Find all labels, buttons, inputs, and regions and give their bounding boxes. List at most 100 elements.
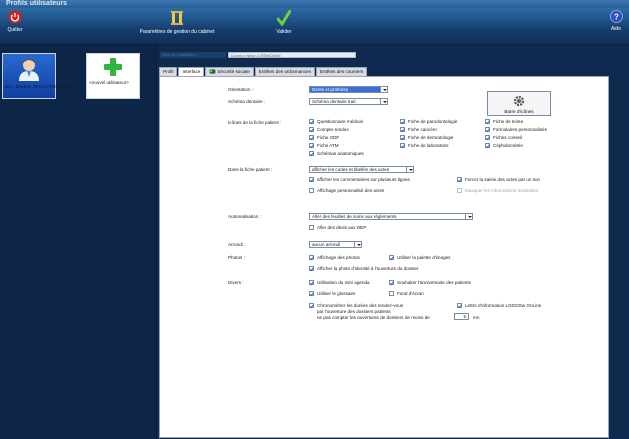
chk-schemas[interactable]: Schémas anatomiques bbox=[309, 151, 364, 158]
validate-label: Valider bbox=[276, 29, 292, 35]
chk-label: Fiche cancéro bbox=[408, 127, 437, 132]
tab-securite-sociale[interactable]: Sécurité sociale bbox=[205, 67, 254, 76]
chk-affichage-photos[interactable]: Affichage des photos bbox=[309, 255, 360, 262]
chk-compte-rendus[interactable]: Compte-rendus bbox=[309, 127, 349, 134]
new-user-card[interactable]: <nouvel utilisateur> bbox=[86, 53, 140, 99]
checkbox-checked bbox=[309, 291, 314, 296]
user-name-field[interactable]: Docteur Ninon CREMONINI bbox=[228, 52, 356, 58]
chk-laboratoire[interactable]: Fiche de laboratoire bbox=[400, 143, 449, 150]
schema-label: Schéma dentaire : bbox=[228, 99, 266, 104]
chk-photo-identite[interactable]: Afficher la photo d'identité à l'ouvertu… bbox=[309, 266, 419, 273]
chk-label: Fiche ODF bbox=[317, 135, 340, 140]
chk-saisie-son[interactable]: Forcer la saisie des actes par un son bbox=[457, 177, 540, 184]
tab-bar: Profil Interface Sécurité sociale Entête… bbox=[159, 67, 368, 77]
chk-teinte[interactable]: Fiche de teinte bbox=[485, 119, 523, 126]
chk-label: Souhaiter l'anniversaire des patients bbox=[397, 280, 471, 285]
toolbar: Quitter Paramètres de gestion du cabinet… bbox=[0, 8, 629, 45]
chk-commentaires[interactable]: afficher les commentaires sur plusieurs … bbox=[309, 177, 410, 184]
schema-select[interactable]: Schéma dentaire trait bbox=[309, 98, 388, 105]
chk-cancero[interactable]: Fiche cancéro bbox=[400, 127, 437, 134]
doctor-avatar-icon bbox=[19, 59, 39, 81]
chk-glossaire[interactable]: Utiliser le glossaire bbox=[309, 291, 356, 298]
chk-formulaires[interactable]: Formulaires personnalisés bbox=[485, 127, 547, 134]
chk-label: Schémas anatomiques bbox=[317, 151, 364, 156]
checkbox-checked bbox=[309, 303, 314, 308]
checkbox-checked bbox=[485, 135, 490, 140]
orientation-value: Dents et prothèse bbox=[312, 87, 349, 92]
chk-affichage-actes[interactable]: Affichage personnalisé des actes bbox=[309, 188, 384, 195]
chk-parodontologie[interactable]: Fiche de parodontologie bbox=[400, 119, 457, 126]
chk-lettre-info[interactable]: Lettre d'information LOGOSw OnLine bbox=[457, 303, 541, 310]
fiche-value: afficher les codes et libellés des actes bbox=[312, 167, 390, 172]
chevron-down-icon bbox=[354, 242, 361, 247]
power-icon bbox=[8, 10, 22, 24]
chk-label: Fiche ATM bbox=[317, 143, 339, 148]
chk-cephalometrie[interactable]: Céphalométrie bbox=[485, 143, 523, 150]
arrondi-select[interactable]: aucun arrondi bbox=[309, 241, 362, 248]
minutes-field[interactable]: 5 bbox=[454, 313, 469, 320]
validate-button[interactable]: Valider bbox=[271, 10, 297, 35]
chk-label: Utiliser le glossaire bbox=[317, 291, 356, 296]
new-user-label: <nouvel utilisateur> bbox=[89, 80, 129, 85]
chk-palette-images[interactable]: Utiliser la palette d'images bbox=[389, 255, 450, 262]
orientation-select[interactable]: Dents et prothèse bbox=[309, 86, 388, 93]
checkbox-checked bbox=[309, 143, 314, 148]
checkbox-checked bbox=[309, 177, 314, 182]
checkbox-unchecked bbox=[309, 225, 314, 230]
icon-bar-button[interactable]: Barre d'icônes bbox=[487, 91, 551, 116]
window-title: Profils utilisateurs bbox=[0, 0, 629, 8]
quit-button[interactable]: Quitter bbox=[3, 10, 27, 33]
chk-label: Utiliser la palette d'images bbox=[397, 255, 451, 260]
sesam-card-icon bbox=[209, 69, 216, 74]
help-label: Aide bbox=[610, 26, 621, 32]
fiche-select[interactable]: afficher les codes et libellés des actes bbox=[309, 166, 414, 173]
chk-fiches-conseil[interactable]: Fiches conseil bbox=[485, 135, 522, 142]
chk-label: Fiche de dermatologie bbox=[408, 135, 454, 140]
chk-label: Lettre d'information LOGOSw OnLine bbox=[465, 303, 542, 308]
chk-label: Fiche de teinte bbox=[493, 119, 524, 124]
minutes-unit: mn bbox=[473, 315, 480, 320]
cabinet-settings-button[interactable]: Paramètres de gestion du cabinet bbox=[137, 10, 217, 35]
chevron-down-icon bbox=[380, 99, 387, 104]
chk-dermatologie[interactable]: Fiche de dermatologie bbox=[400, 135, 453, 142]
chk-label: Fond d'écran bbox=[397, 291, 424, 296]
arrondi-label: Arrondi : bbox=[228, 242, 246, 247]
checkbox-checked bbox=[400, 119, 405, 124]
checkbox-checked bbox=[485, 127, 490, 132]
icons-label: Icônes de la fiche patient : bbox=[228, 120, 282, 125]
checkbox-checked bbox=[309, 151, 314, 156]
chk-masquer-medical[interactable]: Masquer les informations médicales bbox=[457, 188, 538, 195]
tab-entetes-courriers[interactable]: Entêtes des courriers bbox=[315, 67, 368, 76]
fiche-label: Dans la fiche patient : bbox=[228, 167, 273, 172]
tab-profil[interactable]: Profil bbox=[159, 67, 178, 76]
chk-questionnaire[interactable]: Questionnaire médical bbox=[309, 119, 363, 126]
checkbox-checked bbox=[309, 280, 314, 285]
help-button[interactable]: ? Aide bbox=[607, 10, 625, 32]
chk-label: Compte-rendus bbox=[317, 127, 349, 132]
chk-fiche-odf[interactable]: Fiche ODF bbox=[309, 135, 339, 142]
user-card-cremonini[interactable]: NC - Docteur Ninon CREMONINI bbox=[2, 53, 73, 99]
cabinet-settings-label: Paramètres de gestion du cabinet bbox=[139, 29, 215, 35]
chk-devis-dep[interactable]: Aller des devis aux DEP bbox=[309, 225, 366, 232]
chk-label: Utilisation du mini agenda bbox=[317, 280, 370, 285]
chk-anniversaire[interactable]: Souhaiter l'anniversaire des patients bbox=[389, 280, 471, 287]
checkbox-checked bbox=[485, 119, 490, 124]
chronometrer-line2: par l'ouverture des dossiers patients bbox=[317, 309, 391, 314]
chk-label: afficher les commentaires sur plusieurs … bbox=[317, 177, 410, 182]
chk-label: Formulaires personnalisés bbox=[493, 127, 547, 132]
gear-icon bbox=[513, 95, 525, 107]
checkbox-checked bbox=[309, 127, 314, 132]
chk-mini-agenda[interactable]: Utilisation du mini agenda bbox=[309, 280, 370, 287]
automatisation-select[interactable]: Aller des feuilles de soins aux règlemen… bbox=[309, 213, 473, 220]
chk-fond-ecran[interactable]: Fond d'écran bbox=[389, 291, 424, 298]
checkbox-checked bbox=[400, 127, 405, 132]
quit-label: Quitter bbox=[7, 27, 23, 33]
chk-label: Céphalométrie bbox=[493, 143, 523, 148]
green-plus-icon bbox=[104, 58, 122, 76]
chk-label: Fiche de laboratoire bbox=[408, 143, 449, 148]
chk-label: Forcer la saisie des actes par un son bbox=[465, 177, 541, 182]
chk-label: Chronométrer les durées des rendez-vous bbox=[317, 303, 404, 308]
checkbox-checked bbox=[389, 280, 394, 285]
tab-entetes-ordonnances[interactable]: Entêtes des ordonnances bbox=[254, 67, 315, 76]
chk-fiche-atm[interactable]: Fiche ATM bbox=[309, 143, 339, 150]
